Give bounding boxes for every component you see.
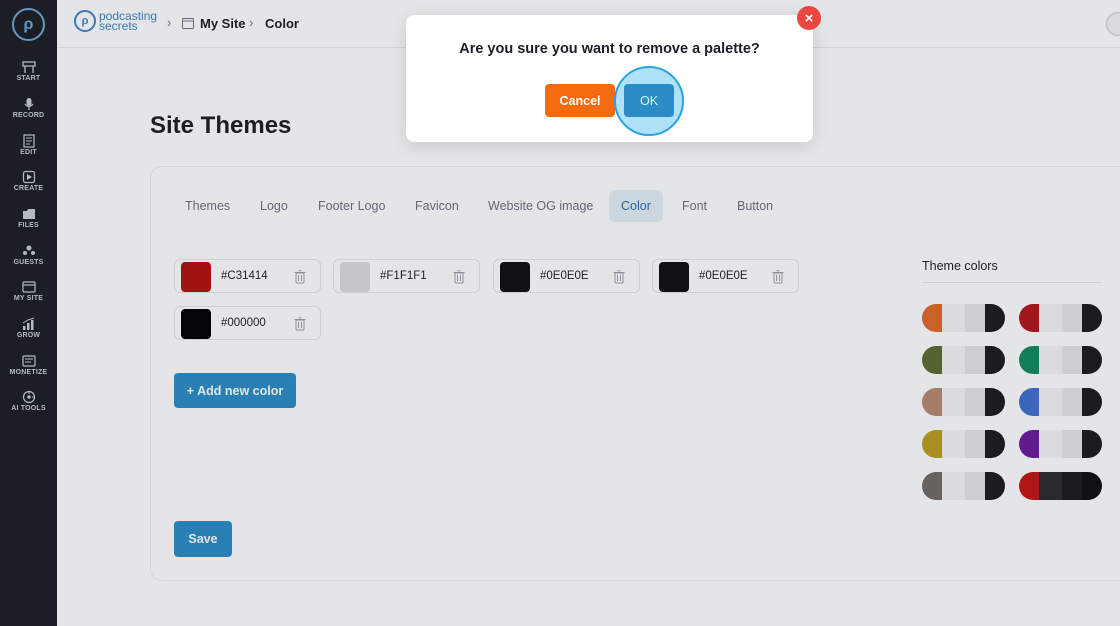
ok-button[interactable]: OK (624, 84, 674, 117)
confirm-remove-palette-dialog: Are you sure you want to remove a palett… (406, 6, 821, 142)
close-icon[interactable]: × (797, 6, 821, 30)
dialog-message: Are you sure you want to remove a palett… (459, 41, 760, 57)
cancel-button[interactable]: Cancel (545, 84, 615, 117)
